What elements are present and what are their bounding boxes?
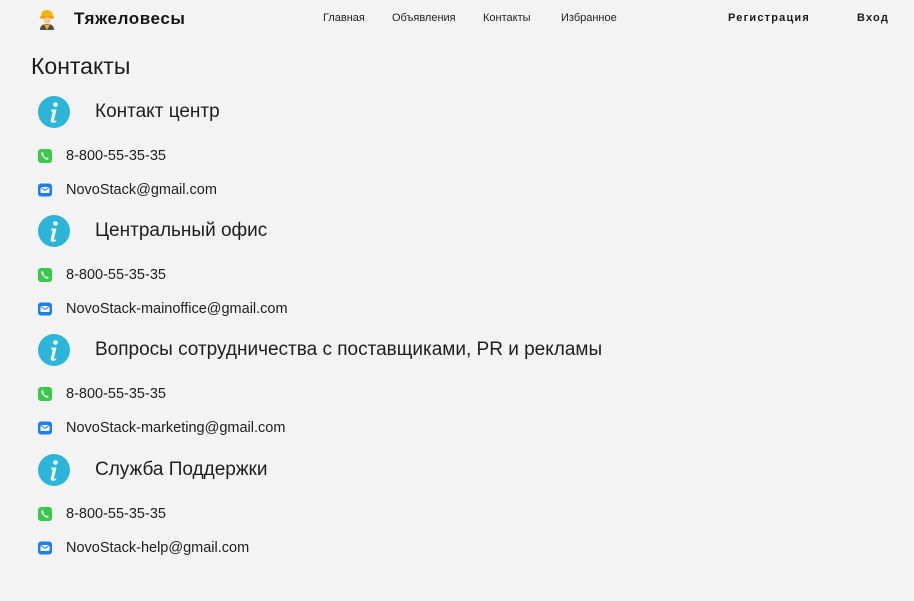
email-address: NovoStack-marketing@gmail.com [66, 420, 286, 436]
email-row[interactable]: NovoStack-marketing@gmail.com [38, 419, 285, 437]
section-header: Контакт центр [37, 95, 220, 129]
contact-section: Центральный офис 8-800-55-35-35 NovoStac… [37, 214, 897, 334]
register-link[interactable]: Регистрация [728, 12, 810, 24]
section-header: Служба Поддержки [37, 453, 267, 487]
nav-favorites-link[interactable]: Избранное [561, 12, 617, 24]
email-icon [38, 541, 52, 555]
phone-row[interactable]: 8-800-55-35-35 [38, 505, 166, 523]
email-row[interactable]: NovoStack@gmail.com [38, 181, 217, 199]
phone-row[interactable]: 8-800-55-35-35 [38, 385, 166, 403]
section-title: Служба Поддержки [95, 459, 268, 480]
email-address: NovoStack-mainoffice@gmail.com [66, 301, 288, 317]
section-header: Центральный офис [37, 214, 267, 248]
info-icon [38, 96, 70, 128]
phone-icon [38, 507, 52, 521]
nav-home-link[interactable]: Главная [323, 12, 365, 24]
phone-number: 8-800-55-35-35 [66, 506, 166, 522]
email-icon [38, 183, 52, 197]
email-icon [38, 302, 52, 316]
phone-icon [38, 268, 52, 282]
phone-number: 8-800-55-35-35 [66, 386, 166, 402]
phone-row[interactable]: 8-800-55-35-35 [38, 147, 166, 165]
email-address: NovoStack@gmail.com [66, 182, 217, 198]
nav-contacts-link[interactable]: Контакты [483, 12, 531, 24]
contact-section: Контакт центр 8-800-55-35-35 NovoStack@g… [37, 95, 897, 215]
phone-number: 8-800-55-35-35 [66, 267, 166, 283]
contact-section: Вопросы сотрудничества с поставщиками, P… [37, 333, 897, 453]
info-icon [38, 454, 70, 486]
info-icon [38, 334, 70, 366]
login-link[interactable]: Вход [857, 12, 889, 24]
email-row[interactable]: NovoStack-help@gmail.com [38, 539, 249, 557]
top-navbar: Тяжеловесы Главная Объявления Контакты И… [0, 0, 914, 38]
phone-row[interactable]: 8-800-55-35-35 [38, 266, 166, 284]
info-icon [38, 215, 70, 247]
nav-ads-link[interactable]: Объявления [392, 12, 456, 24]
section-header: Вопросы сотрудничества с поставщиками, P… [37, 333, 602, 367]
section-title: Контакт центр [95, 101, 220, 122]
email-row[interactable]: NovoStack-mainoffice@gmail.com [38, 300, 288, 318]
phone-icon [38, 149, 52, 163]
section-title: Центральный офис [95, 220, 268, 241]
page-title: Контакты [31, 53, 131, 79]
email-address: NovoStack-help@gmail.com [66, 540, 250, 556]
phone-icon [38, 387, 52, 401]
contact-section: Служба Поддержки 8-800-55-35-35 NovoStac… [37, 453, 897, 573]
email-icon [38, 421, 52, 435]
section-title: Вопросы сотрудничества с поставщиками, P… [95, 339, 603, 360]
phone-number: 8-800-55-35-35 [66, 148, 166, 164]
